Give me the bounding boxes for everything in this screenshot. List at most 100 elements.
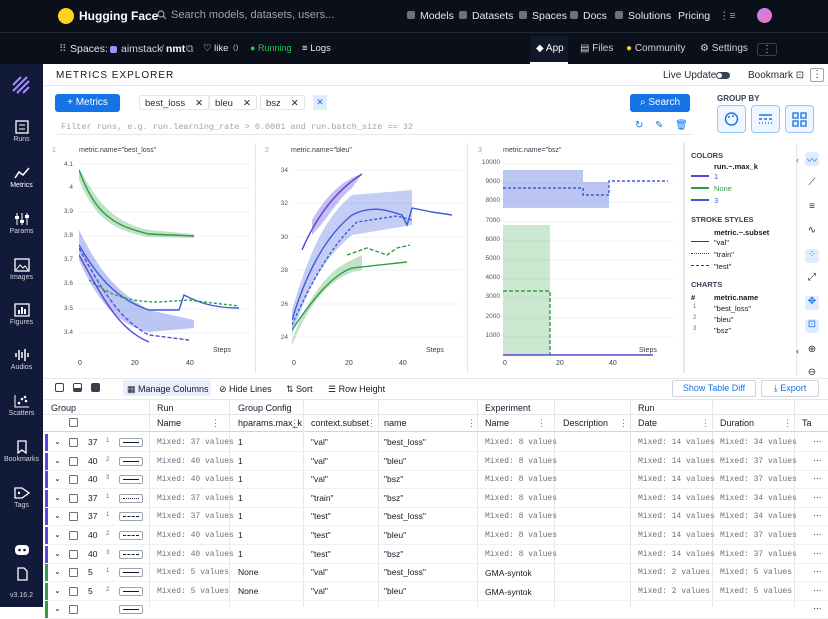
bookmark-button[interactable]: Bookmark ⊡ — [748, 70, 804, 81]
close-icon[interactable]: ✕ — [291, 98, 299, 109]
legend-chart-item[interactable]: "best_loss" — [714, 304, 751, 313]
column-header-metric-name[interactable]: name — [384, 418, 407, 428]
edit-icon[interactable]: ✎ — [655, 120, 663, 131]
add-metrics-button[interactable]: + Metrics — [55, 94, 120, 112]
sidebar-item-params[interactable]: Params — [0, 212, 43, 235]
row-menu-icon[interactable]: ⋯ — [813, 566, 822, 577]
column-header-duration[interactable]: Duration — [720, 418, 754, 428]
sidebar-item-metrics[interactable]: Metrics — [0, 166, 43, 189]
column-header-subset[interactable]: context.subset — [311, 418, 369, 428]
row-checkbox[interactable] — [69, 493, 78, 503]
chevron-down-icon[interactable]: ⌄ — [54, 511, 61, 520]
sort-button[interactable]: ⇅ Sort — [286, 384, 313, 395]
live-update-toggle[interactable] — [716, 72, 730, 79]
row-menu-icon[interactable]: ⋯ — [813, 548, 822, 559]
table-row[interactable] — [43, 600, 828, 619]
row-menu-icon[interactable]: ⋯ — [813, 510, 822, 521]
legend-color-item[interactable]: 3 — [714, 196, 718, 205]
legend-color-item[interactable]: 1 — [714, 172, 718, 181]
column-menu-icon[interactable]: ⋮ — [367, 418, 376, 429]
table-size-medium-icon[interactable] — [73, 383, 82, 392]
tooltip-icon[interactable]: ⊡ — [805, 319, 819, 333]
chevron-down-icon[interactable]: ⌄ — [54, 437, 61, 446]
chevron-down-icon[interactable]: ⌄ — [54, 456, 61, 465]
chevron-down-icon[interactable]: ⌄ — [54, 567, 61, 576]
close-icon[interactable]: ✕ — [195, 98, 203, 109]
search-button[interactable]: ⌕ Search — [630, 94, 690, 112]
more-options-icon[interactable]: ⋮ — [810, 68, 824, 82]
aim-logo-icon[interactable] — [10, 74, 32, 96]
collapse-arrow-icon[interactable]: ‹ — [796, 346, 799, 356]
zoom-in-icon[interactable]: ⊕ — [805, 344, 819, 358]
column-menu-icon[interactable]: ⋮ — [537, 418, 546, 429]
chevron-down-icon[interactable]: ⌄ — [54, 474, 61, 483]
smoothing-icon[interactable]: ∿ — [805, 225, 819, 239]
nav-docs[interactable]: Docs — [570, 10, 607, 22]
copy-icon[interactable]: ⧉ — [186, 43, 194, 56]
clear-all-icon[interactable]: ✕ — [313, 95, 327, 110]
select-all-checkbox[interactable] — [69, 418, 78, 427]
nav-datasets[interactable]: Datasets — [459, 10, 513, 22]
crosshair-icon[interactable]: ✥ — [805, 296, 819, 310]
chart-bsz[interactable] — [503, 160, 675, 356]
menu-icon[interactable]: ⋮≡ — [719, 10, 736, 22]
table-size-small-icon[interactable] — [55, 383, 64, 392]
column-header-exp-name[interactable]: Name — [485, 418, 509, 428]
avatar[interactable] — [757, 8, 772, 23]
column-menu-icon[interactable]: ⋮ — [290, 418, 299, 429]
delete-icon[interactable]: 🗑 — [675, 120, 688, 131]
chevron-down-icon[interactable]: ⌄ — [54, 530, 61, 539]
nav-solutions[interactable]: Solutions — [615, 10, 671, 22]
like-button[interactable]: ♡ like — [203, 43, 228, 54]
more-menu-icon[interactable]: ⋮ — [757, 43, 777, 56]
chevron-down-icon[interactable]: ⌄ — [54, 549, 61, 558]
hf-logo-icon[interactable] — [58, 8, 74, 24]
metric-chip-bleu[interactable]: bleu ✕ — [209, 95, 257, 110]
sidebar-item-audios[interactable]: Audios — [0, 348, 43, 371]
row-checkbox[interactable] — [69, 531, 78, 540]
chevron-down-icon[interactable]: ⌄ — [54, 586, 61, 595]
row-menu-icon[interactable]: ⋯ — [813, 492, 822, 503]
column-menu-icon[interactable]: ⋮ — [211, 418, 220, 429]
row-checkbox[interactable] — [69, 512, 78, 522]
sidebar-item-figures[interactable]: Figures — [0, 303, 43, 326]
row-height-button[interactable]: ☰ Row Height — [328, 384, 385, 395]
row-menu-icon[interactable]: ⋯ — [813, 585, 822, 596]
sidebar-item-tags[interactable]: Tags — [0, 486, 43, 509]
column-menu-icon[interactable]: ⋮ — [467, 418, 476, 429]
metric-chip-best-loss[interactable]: best_loss ✕ — [139, 95, 210, 110]
row-menu-icon[interactable]: ⋯ — [813, 473, 822, 484]
chart-bleu[interactable] — [292, 160, 462, 356]
column-header-date[interactable]: Date — [638, 418, 657, 428]
logs-link[interactable]: ≡ Logs — [302, 43, 331, 54]
reset-icon[interactable]: ↻ — [635, 120, 643, 131]
row-checkbox[interactable] — [69, 549, 78, 559]
hf-search-input[interactable]: Search models, datasets, users... — [157, 9, 334, 21]
sidebar-item-scatters[interactable]: Scatters — [0, 394, 43, 417]
group-by-stroke-button[interactable] — [751, 105, 780, 133]
docs-icon[interactable] — [0, 567, 43, 583]
legend-chart-item[interactable]: "bleu" — [714, 315, 734, 324]
export-button[interactable]: ⤓ Export — [761, 380, 819, 397]
tab-files[interactable]: ▤ Files — [580, 43, 613, 54]
collapse-arrow-icon[interactable]: ‹ — [796, 155, 799, 165]
row-menu-icon[interactable]: ⋯ — [813, 529, 822, 540]
legend-color-item[interactable]: None — [714, 184, 732, 193]
row-checkbox[interactable] — [69, 456, 78, 466]
row-checkbox[interactable] — [69, 475, 78, 485]
aggregate-icon[interactable]: ≡ — [805, 201, 819, 215]
column-menu-icon[interactable]: ⋮ — [619, 418, 628, 429]
nav-pricing[interactable]: Pricing — [678, 10, 710, 22]
tab-settings[interactable]: ⚙ Settings — [700, 43, 748, 54]
table-size-large-icon[interactable] — [91, 383, 100, 392]
group-by-color-button[interactable] — [717, 105, 746, 133]
nav-spaces[interactable]: Spaces — [519, 10, 567, 22]
sidebar-item-bookmarks[interactable]: Bookmarks — [0, 440, 43, 463]
tab-community[interactable]: ● Community — [626, 43, 685, 54]
discord-icon[interactable] — [0, 543, 43, 559]
metric-chip-bsz[interactable]: bsz ✕ — [260, 95, 305, 110]
row-checkbox[interactable] — [69, 586, 78, 596]
repo-link[interactable]: nmt — [166, 43, 185, 55]
hf-brand[interactable]: Hugging Face — [79, 9, 158, 23]
ignore-outliers-icon[interactable]: ⁘ — [805, 249, 819, 263]
